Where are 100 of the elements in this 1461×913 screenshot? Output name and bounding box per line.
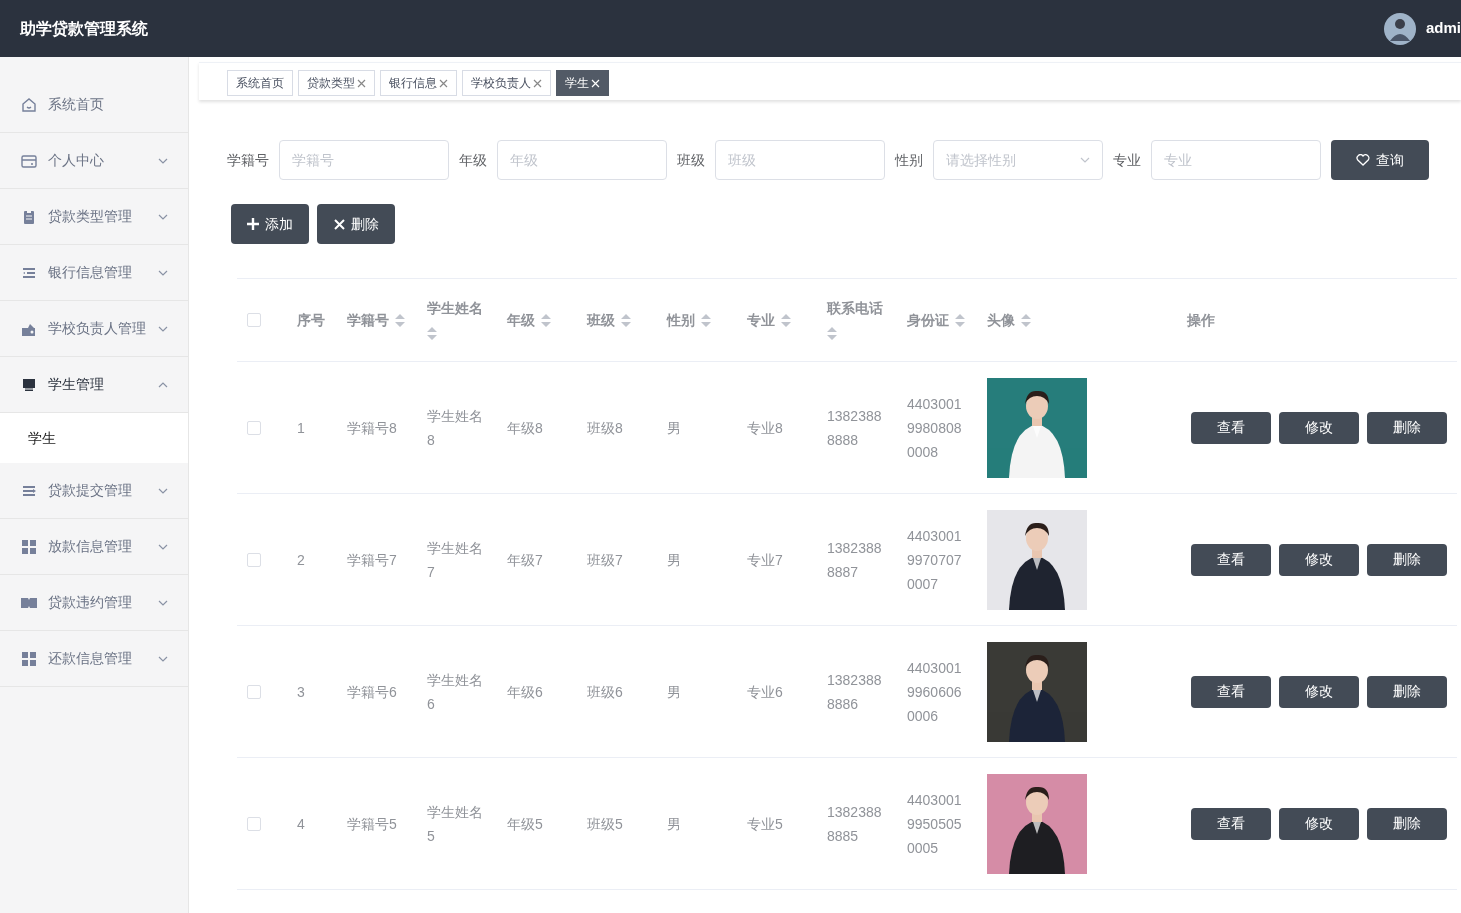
checkbox[interactable]	[247, 420, 261, 435]
table-cell-text: 年级7	[507, 550, 544, 570]
table-cell-text: 学生姓名7	[427, 538, 484, 582]
table-cell-text: 13823888885	[827, 802, 883, 846]
checkbox[interactable]	[247, 313, 261, 327]
table-cell-text: 班级5	[587, 814, 624, 834]
search-button[interactable]: 查询	[1331, 140, 1429, 180]
table-cell-text: 学生姓名8	[427, 406, 484, 450]
row-action-button[interactable]: 删除	[1367, 411, 1447, 444]
field-label: 班级	[677, 150, 705, 170]
row-action-button[interactable]: 删除	[1367, 807, 1447, 840]
table-cell-text: 13823888886	[827, 670, 883, 714]
menu-item[interactable]: 贷款类型管理	[0, 189, 188, 245]
field-label: 专业	[1113, 150, 1141, 170]
row-action-button[interactable]: 修改	[1279, 807, 1359, 840]
sort-icon[interactable]	[1021, 313, 1031, 327]
table-cell-text: 班级8	[587, 418, 624, 438]
table-cell-text: 班级6	[587, 682, 624, 702]
submenu-item[interactable]: 学生	[0, 413, 188, 463]
add-button[interactable]: 添加	[231, 204, 309, 244]
sort-icon[interactable]	[541, 313, 551, 327]
grid-icon	[20, 649, 38, 668]
tab[interactable]: 学校负责人	[462, 70, 551, 96]
menu-label: 学生管理	[48, 375, 105, 394]
table-cell-text: 专业6	[747, 682, 784, 702]
table-cell-text: 男	[667, 550, 682, 570]
delete-button[interactable]: 删除	[317, 204, 395, 244]
row-action-button[interactable]: 删除	[1367, 543, 1447, 576]
menu-item[interactable]: 贷款违约管理	[0, 575, 188, 631]
menu-label: 贷款违约管理	[48, 593, 133, 612]
field-label: 性别	[895, 150, 923, 170]
row-action-button[interactable]: 查看	[1191, 675, 1271, 708]
row-action-button[interactable]: 修改	[1279, 411, 1359, 444]
table-cell-text: 13823888888	[827, 406, 883, 450]
menu-label: 还款信息管理	[48, 649, 133, 668]
menu-item[interactable]: 学校负责人管理	[0, 301, 188, 357]
table-cell-text: 专业5	[747, 814, 784, 834]
field-label: 学籍号	[227, 150, 269, 170]
input-field[interactable]: 年级	[497, 140, 667, 180]
input-field[interactable]: 专业	[1151, 140, 1321, 180]
menu-item[interactable]: 放款信息管理	[0, 519, 188, 575]
close-icon	[333, 218, 345, 230]
checkbox[interactable]	[247, 684, 261, 699]
row-action-button[interactable]: 修改	[1279, 543, 1359, 576]
sort-icon[interactable]	[427, 326, 437, 340]
row-action-button[interactable]: 查看	[1191, 543, 1271, 576]
sort-icon[interactable]	[395, 313, 405, 327]
row-action-button[interactable]: 查看	[1191, 411, 1271, 444]
tab[interactable]: 系统首页	[227, 70, 293, 96]
menu-label: 学校负责人管理	[48, 319, 147, 338]
checkbox[interactable]	[247, 816, 261, 831]
close-icon[interactable]	[357, 78, 366, 88]
menu-item[interactable]: 系统首页	[0, 77, 188, 133]
menu-item[interactable]: 银行信息管理	[0, 245, 188, 301]
field-label: 年级	[459, 150, 487, 170]
table-cell-text: 13823888887	[827, 538, 883, 582]
table-cell-text: 年级5	[507, 814, 544, 834]
avatar-icon[interactable]	[1384, 12, 1416, 45]
tab[interactable]: 银行信息	[380, 70, 457, 96]
menu-label: 银行信息管理	[48, 263, 133, 282]
table-cell-text: 年级8	[507, 418, 544, 438]
close-icon[interactable]	[533, 78, 542, 88]
plus-icon	[247, 218, 259, 230]
input-field[interactable]: 学籍号	[279, 140, 449, 180]
checkbox[interactable]	[247, 552, 261, 567]
menu-item[interactable]: 个人中心	[0, 133, 188, 189]
menu-label: 贷款类型管理	[48, 207, 133, 226]
table-cell-text: 班级7	[587, 550, 624, 570]
sort-icon[interactable]	[827, 326, 837, 340]
menu-item[interactable]: 贷款提交管理	[0, 463, 188, 519]
table-cell-text: 专业8	[747, 418, 784, 438]
tab[interactable]: 学生	[556, 70, 609, 96]
table-cell-text: 2	[297, 550, 306, 570]
column-header: 序号	[297, 313, 326, 327]
table-cell-text: 专业7	[747, 550, 784, 570]
row-action-button[interactable]: 删除	[1367, 675, 1447, 708]
grid-icon	[20, 537, 38, 556]
table-cell-text: 学籍号5	[347, 814, 398, 834]
menu-label: 放款信息管理	[48, 537, 133, 556]
table-cell-text: 学生姓名5	[427, 802, 484, 846]
heart-icon	[1356, 154, 1370, 166]
table-cell-text: 440300199707070007	[907, 526, 963, 594]
menu-label: 系统首页	[48, 95, 105, 114]
input-field[interactable]: 班级	[715, 140, 885, 180]
sort-icon[interactable]	[955, 313, 965, 327]
menu-item[interactable]: 还款信息管理	[0, 631, 188, 687]
username[interactable]: admi	[1426, 17, 1461, 40]
close-icon[interactable]	[439, 78, 448, 88]
row-action-button[interactable]: 查看	[1191, 807, 1271, 840]
row-action-button[interactable]: 修改	[1279, 675, 1359, 708]
home-icon	[20, 95, 38, 114]
table-cell-text: 学籍号7	[347, 550, 398, 570]
sort-icon[interactable]	[621, 313, 631, 327]
table-cell-text: 440300199606060006	[907, 658, 963, 726]
chevron-icon	[1080, 157, 1090, 163]
sort-icon[interactable]	[781, 313, 791, 327]
tab[interactable]: 贷款类型	[298, 70, 375, 96]
sort-icon[interactable]	[701, 313, 711, 327]
table-cell-text: 年级6	[507, 682, 544, 702]
table-cell-text: 4	[297, 814, 306, 834]
